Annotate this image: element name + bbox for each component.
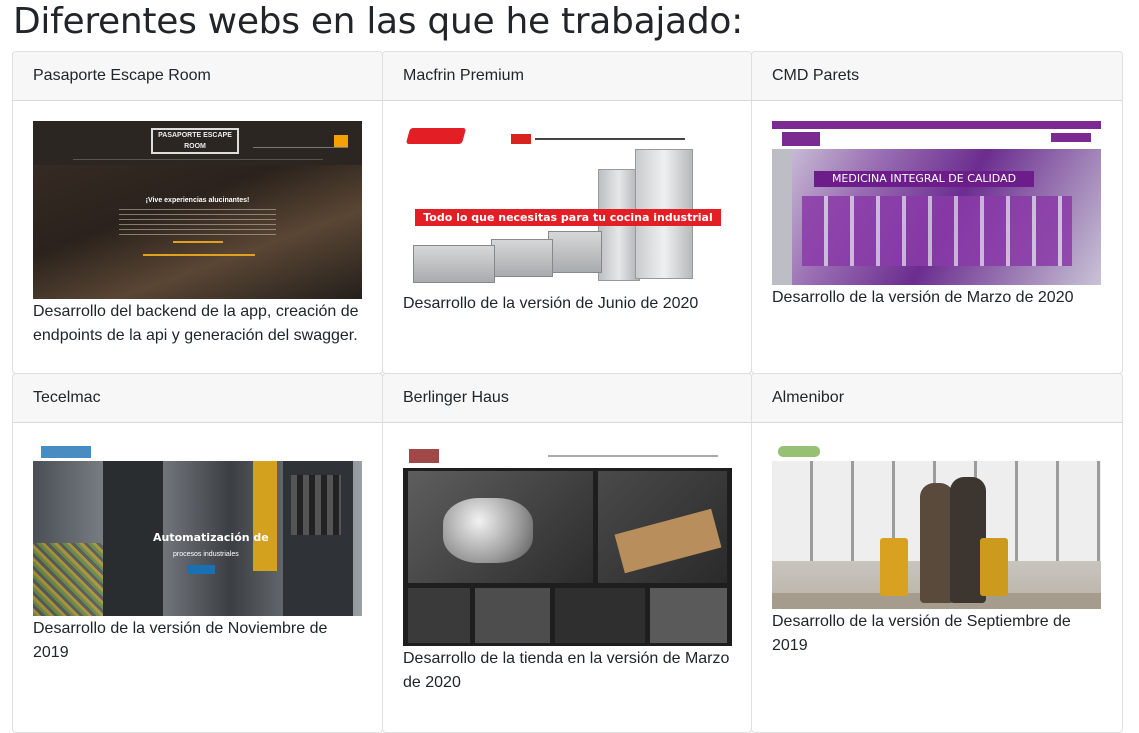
projects-grid-row-2: Tecelmac Automatización de procesos indu… — [12, 373, 1123, 733]
project-description: Desarrollo de la versión de Noviembre de… — [33, 620, 328, 661]
card-header: Tecelmac — [13, 374, 382, 423]
project-card-tecelmac: Tecelmac Automatización de procesos indu… — [12, 373, 383, 733]
project-screenshot-pasaporte: PASAPORTE ESCAPE ROOM ¡Vive experiencias… — [33, 121, 362, 299]
project-description: Desarrollo de la tienda en la versión de… — [403, 650, 730, 691]
project-card-berlinger-haus: Berlinger Haus Desarrollo de la tienda e… — [382, 373, 752, 733]
project-card-cmd-parets: CMD Parets MEDICINA INTEGRAL DE CALIDAD … — [751, 51, 1123, 374]
page-title: Diferentes webs en las que he trabajado: — [13, 1, 743, 42]
project-screenshot-almenibor — [772, 443, 1101, 609]
card-header: Macfrin Premium — [383, 52, 751, 101]
project-screenshot-berlinger-haus — [403, 443, 732, 646]
project-description: Desarrollo de la versión de Septiembre d… — [772, 613, 1071, 654]
project-description: Desarrollo del backend de la app, creaci… — [33, 303, 359, 344]
project-description: Desarrollo de la versión de Marzo de 202… — [772, 289, 1074, 306]
project-screenshot-cmd-parets: MEDICINA INTEGRAL DE CALIDAD — [772, 121, 1101, 285]
project-screenshot-tecelmac: Automatización de procesos industriales — [33, 443, 362, 616]
card-header: Berlinger Haus — [383, 374, 751, 423]
project-card-macfrin: Macfrin Premium Todo lo que necesitas pa… — [382, 51, 752, 374]
card-header: Almenibor — [752, 374, 1122, 423]
card-header: CMD Parets — [752, 52, 1122, 101]
project-screenshot-macfrin: Todo lo que necesitas para tu cocina ind… — [403, 121, 732, 291]
card-header: Pasaporte Escape Room — [13, 52, 382, 101]
project-card-pasaporte: Pasaporte Escape Room PASAPORTE ESCAPE R… — [12, 51, 383, 374]
projects-grid-row-1: Pasaporte Escape Room PASAPORTE ESCAPE R… — [12, 51, 1123, 374]
project-description: Desarrollo de la versión de Junio de 202… — [403, 295, 699, 312]
project-card-almenibor: Almenibor Desarrollo de la versión de Se… — [751, 373, 1123, 733]
